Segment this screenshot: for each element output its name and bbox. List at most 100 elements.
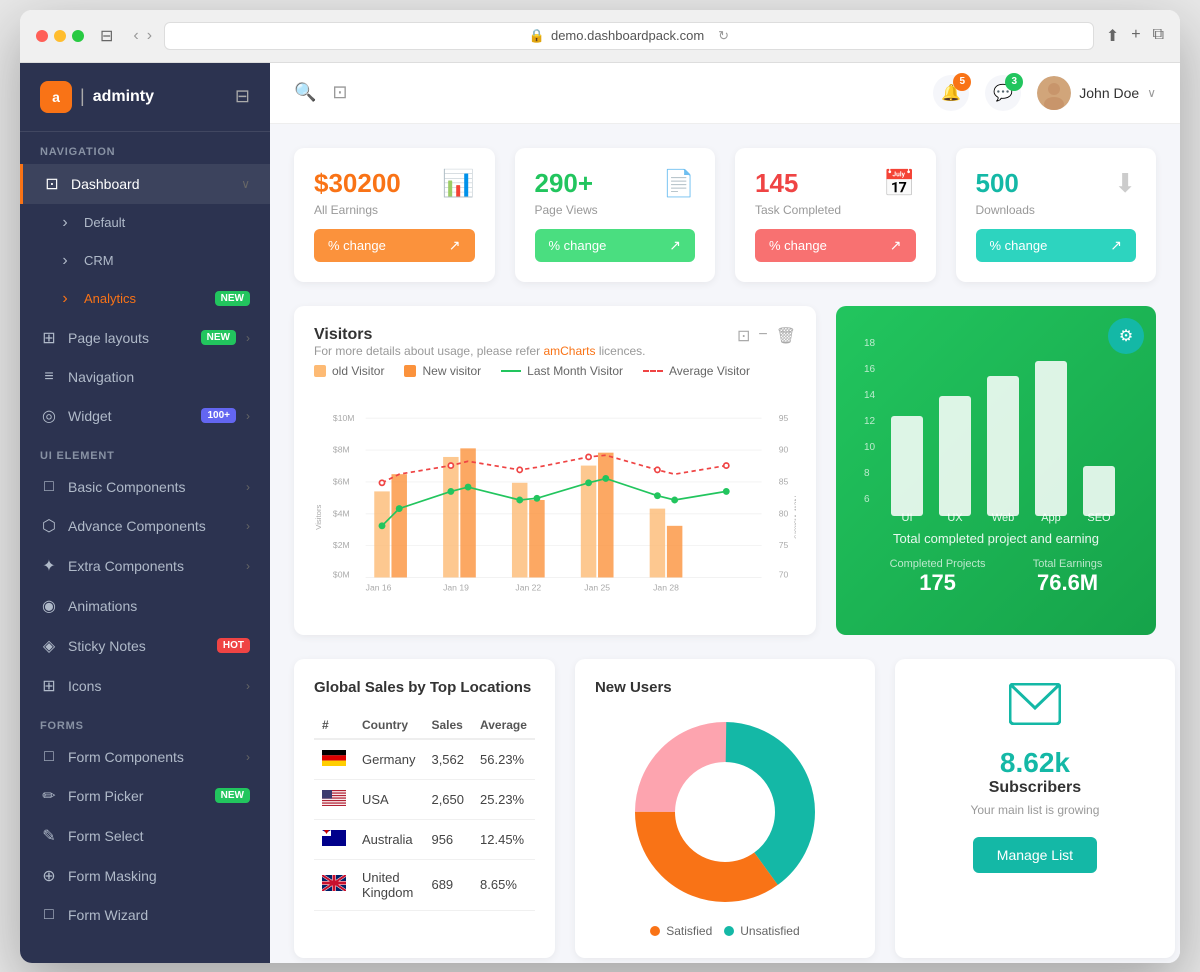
sidebar-item-basic-components[interactable]: □ Basic Components › <box>20 468 270 506</box>
svg-text:6: 6 <box>864 494 870 505</box>
sidebar-item-page-layouts[interactable]: ⊞ Page layouts NEW › <box>20 318 270 358</box>
sidebar-item-label: Default <box>84 215 250 230</box>
stat-change-btn[interactable]: % change ↗ <box>535 229 696 262</box>
cell-sales: 956 <box>423 819 472 859</box>
chevron-icon: ∨ <box>241 177 250 191</box>
hot-badge: HOT <box>217 638 250 653</box>
completed-label: Completed Projects <box>890 558 986 570</box>
svg-text:$10M: $10M <box>333 412 355 422</box>
delete-icon[interactable]: 🗑 <box>776 326 796 346</box>
messages-button[interactable]: 💬 3 <box>985 75 1021 111</box>
sidebar-item-form-components[interactable]: □ Form Components › <box>20 738 270 776</box>
sidebar-item-navigation[interactable]: ≡ Navigation <box>20 358 270 396</box>
search-icon[interactable]: 🔍 <box>294 82 316 103</box>
sidebar-item-icons[interactable]: ⊞ Icons › <box>20 666 270 706</box>
back-icon[interactable]: ‹ <box>133 27 138 45</box>
amcharts-link[interactable]: amCharts <box>543 344 595 358</box>
gear-icon[interactable]: ⚙ <box>1108 318 1144 354</box>
chevron-icon: › <box>246 480 250 494</box>
green-panel: ⚙ 18 16 14 12 10 8 6 <box>836 306 1156 635</box>
sidebar-item-dashboard[interactable]: ⊡ Dashboard ∨ <box>20 164 270 204</box>
stat-change-btn[interactable]: % change ↗ <box>976 229 1137 262</box>
flag-germany <box>322 750 346 766</box>
svg-text:Jan 28: Jan 28 <box>653 582 679 592</box>
close-dot[interactable] <box>36 30 48 42</box>
share-icon[interactable]: ⬆ <box>1106 26 1119 46</box>
reload-icon[interactable]: ↻ <box>718 28 729 44</box>
home-icon: ⊡ <box>43 174 61 194</box>
sidebar-toggle[interactable]: ⊟ <box>235 86 250 107</box>
sidebar-item-widget[interactable]: ◎ Widget 100+ › <box>20 396 270 436</box>
sidebar-item-extra-components[interactable]: ✦ Extra Components › <box>20 546 270 586</box>
new-tab-icon[interactable]: + <box>1131 26 1140 46</box>
svg-text:$2M: $2M <box>333 540 350 550</box>
topbar-right: 🔔 5 💬 3 <box>933 75 1156 111</box>
svg-text:SEO: SEO <box>1087 512 1111 524</box>
expand-icon[interactable]: ⊡ <box>332 82 347 103</box>
forward-icon[interactable]: › <box>147 27 152 45</box>
minimize-icon[interactable]: − <box>758 326 767 346</box>
svg-text:Web: Web <box>992 512 1014 524</box>
stat-change-btn[interactable]: % change ↗ <box>314 229 475 262</box>
sidebar-item-form-picker[interactable]: ✏ Form Picker NEW <box>20 776 270 816</box>
sidebar-item-label: Form Components <box>68 749 236 765</box>
stat-card-top: 145 Task Completed 📅 <box>755 168 916 217</box>
user-menu[interactable]: John Doe ∨ <box>1037 76 1156 110</box>
sidebar-item-label: Dashboard <box>71 176 231 192</box>
sidebar-item-crm[interactable]: › CRM <box>20 242 270 280</box>
sidebar-item-label: Form Masking <box>68 868 250 884</box>
subscribers-card: 8.62k Subscribers Your main list is grow… <box>895 659 1175 958</box>
chart-card-header: Visitors For more details about usage, p… <box>314 326 796 358</box>
sidebar-item-label: Analytics <box>84 291 205 306</box>
sidebar-item-label: Extra Components <box>68 558 236 574</box>
minimize-dot[interactable] <box>54 30 66 42</box>
bottom-row: Global Sales by Top Locations # Country … <box>294 659 1156 958</box>
sidebar-item-form-select[interactable]: ✎ Form Select <box>20 816 270 856</box>
sidebar-item-analytics[interactable]: › Analytics NEW <box>20 280 270 318</box>
svg-text:75: 75 <box>779 540 789 550</box>
svg-text:New Visitors: New Visitors <box>792 495 796 538</box>
duplicate-icon[interactable]: ⧉ <box>1153 26 1164 46</box>
sidebar-item-animations[interactable]: ◉ Animations <box>20 586 270 626</box>
sidebar-item-label: Icons <box>68 678 236 694</box>
sidebar-item-advance-components[interactable]: ⬡ Advance Components › <box>20 506 270 546</box>
legend-last-month: Last Month Visitor <box>501 364 623 378</box>
stat-info: 500 Downloads <box>976 168 1035 217</box>
trend-icon: ↗ <box>449 237 461 254</box>
legend-new-visitor: New visitor <box>404 364 481 378</box>
sidebar-item-form-masking[interactable]: ⊕ Form Masking <box>20 856 270 896</box>
maximize-dot[interactable] <box>72 30 84 42</box>
stat-card-downloads: 500 Downloads ⬇ % change ↗ <box>956 148 1157 282</box>
cell-flag <box>314 819 354 859</box>
svg-text:$4M: $4M <box>333 508 350 518</box>
email-icon <box>1009 683 1061 735</box>
url-bar[interactable]: 🔒 demo.dashboardpack.com ↻ <box>164 22 1094 50</box>
legend-average: Average Visitor <box>643 364 750 378</box>
chart-icon: 📊 <box>442 168 474 199</box>
extra-icon: ✦ <box>40 556 58 576</box>
sidebar-item-form-wizard[interactable]: □ Form Wizard <box>20 896 270 934</box>
components-icon: □ <box>40 478 58 496</box>
svg-text:95: 95 <box>779 412 789 422</box>
stat-change-btn[interactable]: % change ↗ <box>755 229 916 262</box>
cell-country: USA <box>354 779 423 819</box>
manage-list-button[interactable]: Manage List <box>973 837 1097 873</box>
svg-text:16: 16 <box>864 364 876 375</box>
earnings-label: Total Earnings <box>1033 558 1103 570</box>
chart-header-info: Visitors For more details about usage, p… <box>314 326 646 358</box>
svg-text:Jan 25: Jan 25 <box>584 582 610 592</box>
sidebar-section-navigation: Navigation <box>20 132 270 164</box>
sidebar-toggle-icon[interactable]: ⊟ <box>100 26 113 46</box>
sidebar-item-default[interactable]: › Default <box>20 204 270 242</box>
cell-avg: 12.45% <box>472 819 535 859</box>
chevron-icon: › <box>246 409 250 423</box>
svg-text:80: 80 <box>779 508 789 518</box>
cell-avg: 8.65% <box>472 859 535 910</box>
sidebar-item-sticky-notes[interactable]: ◈ Sticky Notes HOT <box>20 626 270 666</box>
stat-value: 145 <box>755 168 841 199</box>
notification-button[interactable]: 🔔 5 <box>933 75 969 111</box>
fullscreen-icon[interactable]: ⊡ <box>737 326 750 346</box>
svg-text:85: 85 <box>779 476 789 486</box>
svg-text:18: 18 <box>864 338 876 349</box>
green-panel-numbers: Completed Projects 175 Total Earnings 76… <box>866 558 1126 596</box>
